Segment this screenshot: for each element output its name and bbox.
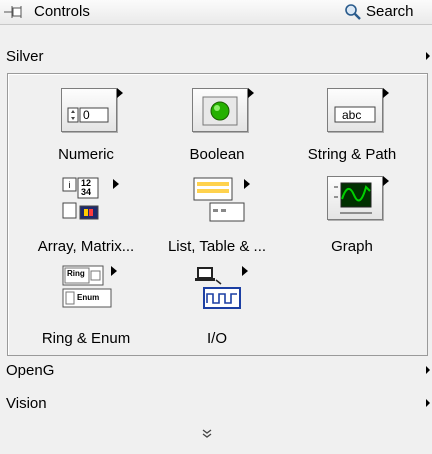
waveform-graph-icon [327,176,389,220]
palette-item-array-matrix[interactable]: i 12 34 Array, Matrix... [16,172,156,262]
submenu-arrow-icon [117,88,123,98]
numeric-value: 0 [83,108,90,122]
ring-enum-icon: Ring Enum [61,264,117,308]
category-label: Silver [6,48,44,65]
enum-text: Enum [77,293,100,302]
category-label: OpenG [6,362,55,379]
item-label-numeric: Numeric [58,146,114,163]
numeric-control-icon: 0 [61,88,123,132]
item-label-list-table: List, Table & ... [167,238,267,255]
item-label-graph: Graph [331,238,373,255]
io-icon [192,264,248,309]
palette-item-numeric[interactable]: 0 Numeric [16,82,156,172]
category-vision[interactable]: Vision [0,392,432,414]
pin-icon[interactable] [3,4,25,20]
ring-text: Ring [67,269,85,278]
search-icon [345,4,361,20]
item-label-boolean: Boolean [189,146,245,163]
string-value: abc [342,108,362,122]
submenu-arrow-icon [244,179,250,189]
string-control-icon: abc [327,88,389,132]
expand-arrow-icon [426,52,430,60]
category-openg[interactable]: OpenG [0,359,432,381]
category-silver[interactable]: Silver [0,45,432,67]
palette-item-graph[interactable]: Graph [282,172,422,262]
submenu-arrow-icon [113,179,119,189]
list-table-icon [192,176,250,222]
submenu-arrow-icon [248,88,254,98]
palette-titlebar: Controls Search [0,0,432,25]
show-more-chevron-icon[interactable] [201,428,213,440]
item-label-io: I/O [206,330,227,347]
svg-text:i: i [69,180,71,190]
category-label: Vision [6,395,47,412]
submenu-arrow-icon [242,266,248,276]
submenu-arrow-icon [383,176,389,186]
item-label-ring-enum: Ring & Enum [41,330,131,347]
item-label-array-matrix: Array, Matrix... [37,238,135,255]
item-label-string-path: String & Path [307,146,397,163]
palette-item-io[interactable]: I/O [147,262,287,352]
expand-arrow-icon [426,366,430,374]
search-label: Search [366,3,414,20]
boolean-led-icon [192,88,254,132]
silver-palette: 0 Numeric Boolean abc String & Path i 12… [7,73,428,356]
palette-item-list-table[interactable]: List, Table & ... [147,172,287,262]
array-matrix-icon: i 12 34 [61,176,119,220]
search-button[interactable]: Search [336,2,432,22]
palette-title: Controls [34,3,90,20]
palette-item-string-path[interactable]: abc String & Path [282,82,422,172]
submenu-arrow-icon [111,266,117,276]
expand-arrow-icon [426,399,430,407]
array-value-34: 34 [81,187,92,197]
palette-item-ring-enum[interactable]: Ring Enum Ring & Enum [16,262,156,352]
palette-item-boolean[interactable]: Boolean [147,82,287,172]
submenu-arrow-icon [383,88,389,98]
